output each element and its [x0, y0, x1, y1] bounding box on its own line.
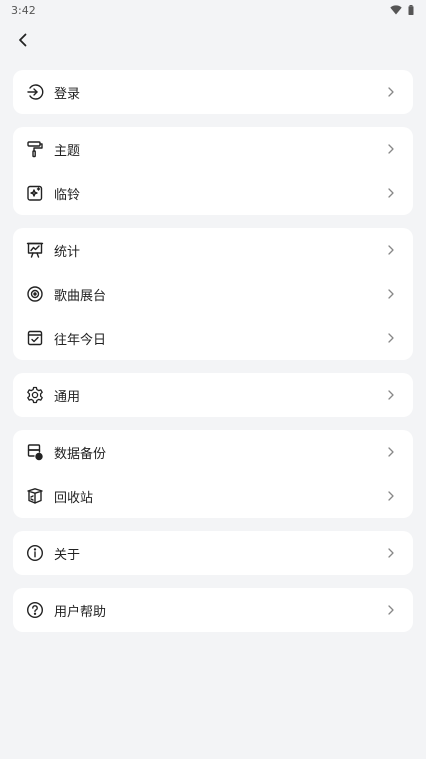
chevron-right-icon — [385, 187, 397, 199]
help-icon — [26, 601, 44, 619]
chevron-right-icon — [385, 143, 397, 155]
menu-item-on-this-day[interactable]: 往年今日 — [13, 316, 413, 360]
menu-item-label: 主题 — [54, 143, 81, 159]
disc-icon — [26, 285, 44, 303]
database-icon — [26, 443, 44, 461]
settings-group: 用户帮助 — [13, 588, 413, 632]
menu-item-user-help[interactable]: 用户帮助 — [13, 588, 413, 632]
menu-item-label: 登录 — [54, 86, 81, 102]
settings-group: 数据备份 回收站 — [13, 430, 413, 518]
battery-icon — [408, 5, 414, 15]
back-button[interactable] — [12, 29, 34, 51]
menu-item-label: 通用 — [54, 389, 81, 405]
settings-group: 关于 — [13, 531, 413, 575]
menu-item-label: 临铃 — [54, 187, 81, 203]
gear-icon — [26, 386, 44, 404]
settings-group: 统计 歌曲展台 往年今日 — [13, 228, 413, 360]
chevron-right-icon — [385, 244, 397, 256]
login-icon — [26, 83, 44, 101]
chevron-right-icon — [385, 490, 397, 502]
menu-item-ringtone[interactable]: 临铃 — [13, 171, 413, 215]
paint-roller-icon — [26, 140, 44, 158]
chevron-right-icon — [385, 604, 397, 616]
menu-item-song-booth[interactable]: 歌曲展台 — [13, 272, 413, 316]
chevron-right-icon — [385, 547, 397, 559]
menu-item-label: 往年今日 — [54, 332, 107, 348]
menu-item-label: 统计 — [54, 244, 81, 260]
status-icons — [390, 5, 414, 15]
settings-group: 主题 临铃 — [13, 127, 413, 215]
chevron-right-icon — [385, 389, 397, 401]
menu-item-statistics[interactable]: 统计 — [13, 228, 413, 272]
menu-item-label: 回收站 — [54, 490, 94, 506]
settings-group: 通用 — [13, 373, 413, 417]
chevron-right-icon — [385, 288, 397, 300]
chevron-right-icon — [385, 86, 397, 98]
calendar-check-icon — [26, 329, 44, 347]
status-time: 3:42 — [11, 3, 36, 17]
sparkle-icon — [26, 184, 44, 202]
chevron-right-icon — [385, 332, 397, 344]
menu-item-about[interactable]: 关于 — [13, 531, 413, 575]
top-bar — [0, 20, 426, 60]
menu-item-label: 数据备份 — [54, 446, 107, 462]
recycle-box-icon — [26, 487, 44, 505]
menu-item-label: 关于 — [54, 547, 81, 563]
status-bar: 3:42 — [0, 0, 426, 20]
menu-item-recycle-bin[interactable]: 回收站 — [13, 474, 413, 518]
menu-item-theme[interactable]: 主题 — [13, 127, 413, 171]
settings-list: 登录 主题 临铃 统计 歌曲展台 往年今日 通用 数据备份 回收站 关于 用户帮… — [0, 60, 426, 632]
wifi-icon — [390, 5, 402, 15]
settings-group: 登录 — [13, 70, 413, 114]
menu-item-data-backup[interactable]: 数据备份 — [13, 430, 413, 474]
chart-board-icon — [26, 241, 44, 259]
menu-item-general[interactable]: 通用 — [13, 373, 413, 417]
info-icon — [26, 544, 44, 562]
menu-item-label: 用户帮助 — [54, 604, 107, 620]
menu-item-label: 歌曲展台 — [54, 288, 107, 304]
menu-item-login[interactable]: 登录 — [13, 70, 413, 114]
chevron-right-icon — [385, 446, 397, 458]
back-arrow-icon — [16, 33, 30, 47]
